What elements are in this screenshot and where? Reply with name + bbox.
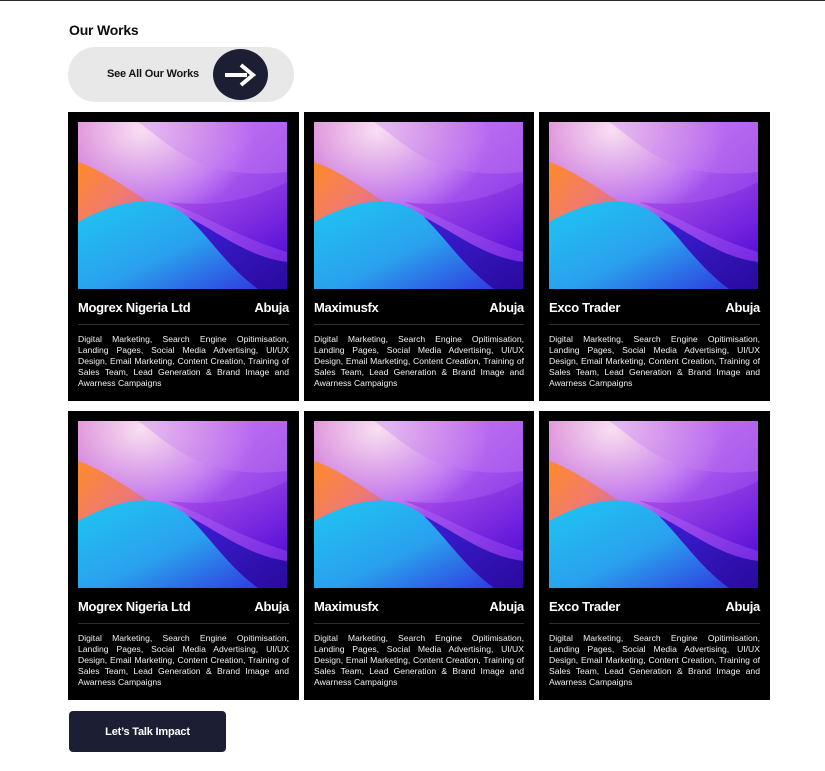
work-name: Mogrex Nigeria Ltd: [78, 299, 191, 315]
divider: [78, 623, 289, 624]
work-description: Digital Marketing, Search Engine Opitimi…: [314, 633, 524, 687]
project-thumbnail: [314, 122, 523, 289]
divider: [549, 324, 760, 325]
work-name: Maximusfx: [314, 598, 379, 614]
section-title: Our Works: [69, 22, 139, 38]
work-card[interactable]: Mogrex Nigeria Ltd Abuja Digital Marketi…: [68, 411, 299, 700]
lets-talk-impact-button[interactable]: Let’s Talk Impact: [69, 711, 226, 752]
work-location: Abuja: [254, 598, 289, 614]
divider: [549, 623, 760, 624]
work-name: Exco Trader: [549, 598, 621, 614]
project-thumbnail: [78, 122, 287, 289]
project-thumbnail: [78, 421, 287, 588]
divider: [314, 623, 524, 624]
work-description: Digital Marketing, Search Engine Opitimi…: [78, 633, 289, 687]
arrow-right-icon: [225, 63, 256, 87]
works-grid: Mogrex Nigeria Ltd Abuja Digital Marketi…: [68, 112, 770, 700]
work-description: Digital Marketing, Search Engine Opitimi…: [314, 334, 524, 388]
work-name: Mogrex Nigeria Ltd: [78, 598, 191, 614]
see-all-works-label: See All Our Works: [107, 68, 199, 80]
project-thumbnail: [549, 421, 758, 588]
work-card[interactable]: Exco Trader Abuja Digital Marketing, Sea…: [539, 112, 770, 401]
work-description: Digital Marketing, Search Engine Opitimi…: [549, 633, 760, 687]
work-card[interactable]: Maximusfx Abuja Digital Marketing, Searc…: [304, 411, 534, 700]
see-all-works-button[interactable]: See All Our Works: [68, 47, 294, 102]
work-card[interactable]: Exco Trader Abuja Digital Marketing, Sea…: [539, 411, 770, 700]
work-location: Abuja: [725, 598, 760, 614]
work-location: Abuja: [489, 598, 524, 614]
work-description: Digital Marketing, Search Engine Opitimi…: [549, 334, 760, 388]
project-thumbnail: [314, 421, 523, 588]
work-description: Digital Marketing, Search Engine Opitimi…: [78, 334, 289, 388]
arrow-button[interactable]: [213, 49, 268, 100]
work-name: Exco Trader: [549, 299, 621, 315]
project-thumbnail: [549, 122, 758, 289]
work-location: Abuja: [489, 299, 524, 315]
work-name: Maximusfx: [314, 299, 379, 315]
divider: [78, 324, 289, 325]
work-location: Abuja: [254, 299, 289, 315]
work-card[interactable]: Mogrex Nigeria Ltd Abuja Digital Marketi…: [68, 112, 299, 401]
divider: [314, 324, 524, 325]
work-location: Abuja: [725, 299, 760, 315]
work-card[interactable]: Maximusfx Abuja Digital Marketing, Searc…: [304, 112, 534, 401]
